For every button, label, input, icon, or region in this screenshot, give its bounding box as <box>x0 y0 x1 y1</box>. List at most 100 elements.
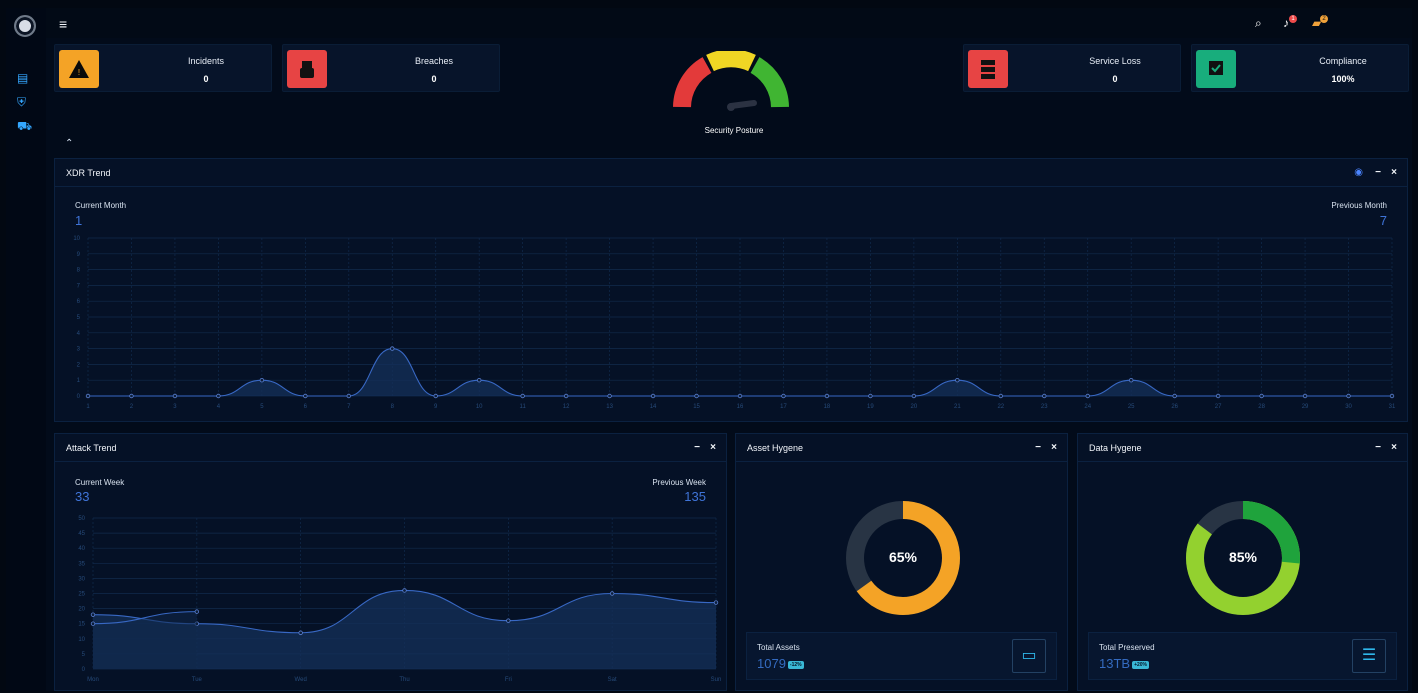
y-tick-label: 7 <box>77 283 81 289</box>
x-tick-label: 13 <box>606 404 613 410</box>
data-point <box>90 621 96 626</box>
breaches-label: Breaches <box>414 56 454 66</box>
data-point <box>1128 377 1134 383</box>
data-point <box>607 393 612 399</box>
service-loss-card[interactable]: Service Loss 0 <box>963 44 1181 92</box>
data-point <box>1389 393 1395 399</box>
security-posture-label: Security Posture <box>704 126 764 135</box>
asset-hygene-panel: Asset Hygene − × 65% Total Assets 1079 -1… <box>735 433 1068 691</box>
y-tick-label: 2 <box>77 362 81 368</box>
close-icon[interactable]: × <box>710 442 716 453</box>
current-week-label: Current Week <box>75 478 125 487</box>
data-point <box>713 600 719 605</box>
laptop-icon[interactable]: ▭ <box>1012 639 1046 673</box>
y-tick-label: 4 <box>77 331 81 337</box>
change-badge: +20% <box>1132 660 1150 669</box>
panel-title: Attack Trend <box>66 443 117 453</box>
previous-month-value: 7 <box>1379 213 1387 228</box>
x-tick-label: 12 <box>563 404 570 410</box>
x-tick-label: 6 <box>304 404 308 410</box>
incidents-card[interactable]: ! Incidents 0 <box>54 44 272 92</box>
data-hygene-panel: Data Hygene − × 85% Total Preserved 13TB… <box>1077 433 1408 691</box>
data-point <box>737 393 743 399</box>
menu-icon[interactable]: ≡ <box>59 16 67 32</box>
x-tick-label: 29 <box>1302 404 1309 410</box>
xdr-trend-panel: XDR Trend ◉ − × Current Month 1 Previous… <box>54 158 1408 422</box>
storage-icon[interactable]: ☰ <box>1352 639 1386 673</box>
y-tick-label: 35 <box>78 561 85 567</box>
hacker-icon <box>287 50 327 88</box>
panel-title: XDR Trend <box>66 168 111 178</box>
incidents-value: 0 <box>203 74 209 84</box>
previous-month-label: Previous Month <box>1331 201 1387 210</box>
y-tick-label: 1 <box>77 378 81 384</box>
data-point <box>868 393 873 399</box>
compliance-card[interactable]: Compliance 100% <box>1191 44 1409 92</box>
search-icon[interactable]: ⌕ <box>1255 16 1262 31</box>
data-point <box>303 393 308 399</box>
data-point <box>506 618 511 623</box>
data-point <box>1346 393 1351 399</box>
data-point <box>1259 393 1264 399</box>
top-bar: ≡ ⌕ ♪ 1 ▰ 2 <box>46 8 1412 38</box>
collapse-chevron-icon[interactable]: ⌃ <box>65 138 73 149</box>
change-badge: -12% <box>787 660 804 669</box>
panel-title: Asset Hygene <box>747 443 804 453</box>
document-icon[interactable]: ▤ <box>17 72 31 84</box>
y-tick-label: 0 <box>77 394 81 400</box>
dashboard-app: ▤ ⛨ ⛟ ≡ ⌕ ♪ 1 ▰ 2 ! Incidents 0 Breaches… <box>6 8 1412 691</box>
data-point <box>1302 393 1308 399</box>
data-point <box>824 393 830 399</box>
x-tick-label: 18 <box>824 404 831 410</box>
asset-percent: 65% <box>888 549 918 565</box>
y-tick-label: 9 <box>77 252 81 258</box>
y-tick-label: 15 <box>78 622 85 628</box>
data-point <box>1215 393 1221 399</box>
truck-icon[interactable]: ⛟ <box>17 120 32 132</box>
data-point <box>477 377 482 383</box>
x-tick-label: 25 <box>1128 404 1135 410</box>
security-gauge <box>673 51 789 111</box>
warning-icon: ! <box>59 50 99 88</box>
eye-icon[interactable]: ◉ <box>1354 167 1363 178</box>
breaches-value: 0 <box>431 74 437 84</box>
y-tick-label: 45 <box>78 531 85 537</box>
attack-chart: 0 5 10 15 20 25 30 35 40 45 50 Mon Tue Wed Thu Fri Sat Su… <box>78 516 721 683</box>
close-icon[interactable]: × <box>1391 442 1397 453</box>
y-tick-label: 30 <box>78 576 85 582</box>
compliance-value: 100% <box>1331 74 1355 84</box>
logo[interactable] <box>14 15 36 37</box>
y-tick-label: 0 <box>82 667 86 673</box>
data-point <box>129 393 134 399</box>
x-tick-label: Fri <box>505 677 512 683</box>
attack-trend-panel: Attack Trend − × Current Week 33 Previou… <box>54 433 727 691</box>
data-point <box>433 393 438 399</box>
notification-badge: 1 <box>1289 15 1297 23</box>
minimize-icon[interactable]: − <box>694 442 700 453</box>
x-tick-label: 15 <box>693 404 700 410</box>
close-icon[interactable]: × <box>1051 442 1057 453</box>
x-tick-label: 17 <box>780 404 787 410</box>
data-point <box>694 393 699 399</box>
data-point <box>1085 393 1090 399</box>
previous-week-value: 135 <box>684 489 706 504</box>
x-tick-label: 21 <box>954 404 961 410</box>
data-point <box>216 393 221 399</box>
close-icon[interactable]: × <box>1391 167 1397 178</box>
incidents-label: Incidents <box>187 56 225 66</box>
y-tick-label: 10 <box>73 236 80 242</box>
x-tick-label: 20 <box>911 404 918 410</box>
minimize-icon[interactable]: − <box>1035 442 1041 453</box>
x-tick-label: 2 <box>130 404 134 410</box>
y-tick-label: 40 <box>78 546 85 552</box>
compliance-label: Compliance <box>1319 56 1367 66</box>
data-point <box>259 377 265 383</box>
data-point <box>609 591 615 596</box>
shield-icon[interactable]: ⛨ <box>17 96 31 108</box>
breaches-card[interactable]: Breaches 0 <box>282 44 500 92</box>
minimize-icon[interactable]: − <box>1375 442 1381 453</box>
server-icon <box>968 50 1008 88</box>
data-point <box>346 393 351 399</box>
minimize-icon[interactable]: − <box>1375 167 1381 178</box>
data-point <box>955 377 960 383</box>
